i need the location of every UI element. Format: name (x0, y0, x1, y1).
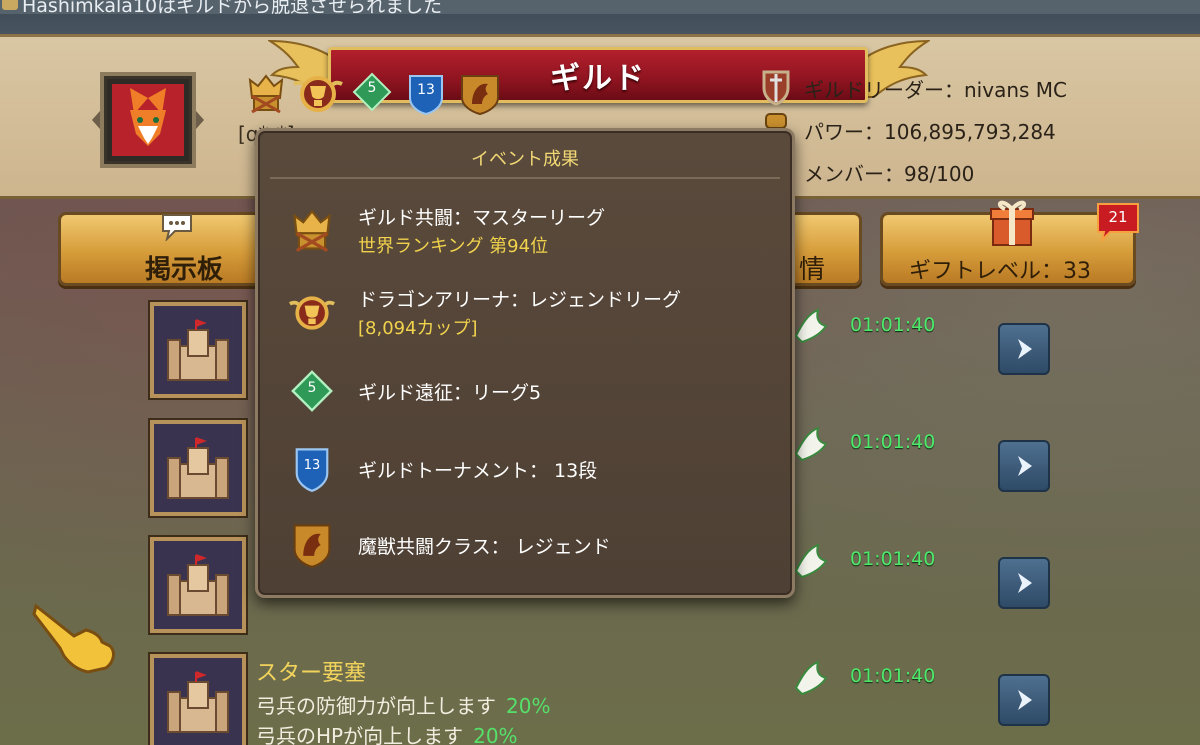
war-crest-icon[interactable] (244, 72, 288, 116)
castle-icon (167, 437, 229, 499)
event-results-popup: イベント成果 ギルド共闘：マスターリーグ 世界ランキング 第94位 ドラゴンアリ… (255, 128, 795, 598)
gift-box-icon (990, 200, 1034, 246)
dove-icon (794, 426, 828, 462)
star-fortress-bonus-1: 弓兵の防御力が向上します 20% (256, 690, 550, 719)
star-fortress-bonus-2: 弓兵のHPが向上します 20% (256, 720, 518, 745)
open-detail-button[interactable] (998, 323, 1050, 375)
board-button[interactable]: 掲示板 (58, 212, 278, 286)
guild-members: メンバー：98/100 (804, 161, 975, 186)
fortress-item-icon[interactable] (150, 420, 246, 516)
event-name: ギルドトーナメント： 13段 (358, 459, 598, 482)
popup-title: イベント成果 (471, 149, 579, 170)
dove-icon (794, 660, 828, 696)
page-title: ギルド (550, 61, 646, 96)
expedition-gem-icon[interactable]: 5 (352, 72, 392, 112)
war-crest-icon (293, 209, 331, 252)
shield-timer: 01:01:40 (850, 431, 936, 453)
notice-bar: Hashimkala10はギルドから脱退させられました (0, 0, 1200, 14)
notice-icon (2, 0, 18, 10)
tournament-level: 13 (417, 82, 435, 98)
event-row-expedition: 5 ギルド遠征：リーグ5 (288, 367, 541, 415)
beast-class-shield-icon (293, 524, 331, 568)
open-detail-button[interactable] (998, 440, 1050, 492)
event-row-dragon-arena: ドラゴンアリーナ：レジェンドリーグ [8,094カップ] (288, 285, 681, 340)
event-name: 魔獣共闘クラス： レジェンド (358, 535, 611, 558)
event-detail: [8,094カップ] (358, 318, 478, 339)
expedition-level: 5 (367, 80, 377, 96)
notice-text: Hashimkala10はギルドから脱退させられました (22, 0, 443, 14)
star-fortress-title: スター要塞 (256, 661, 367, 686)
tournament-badge-value: 13 (303, 458, 321, 473)
guild-leader: ギルドリーダー：nivans MC (804, 77, 1067, 102)
shield-timer: 01:01:40 (850, 314, 936, 336)
expedition-badge-value: 5 (307, 380, 317, 396)
fortress-item-icon[interactable] (150, 537, 246, 633)
guild-leader-row: ギルドリーダー：nivans MC (756, 68, 1067, 108)
fortress-item-icon[interactable] (150, 302, 246, 398)
fortress-item-icon[interactable] (150, 654, 246, 745)
open-detail-button[interactable] (998, 674, 1050, 726)
popup-divider (270, 177, 780, 179)
open-detail-button[interactable] (998, 557, 1050, 609)
castle-icon (167, 554, 229, 616)
shield-timer: 01:01:40 (850, 548, 936, 570)
event-row-tournament: 13 ギルドトーナメント： 13段 (288, 445, 597, 493)
chevron-right-icon (1018, 339, 1032, 359)
bonus-text: 弓兵の防御力が向上します (256, 694, 496, 718)
guild-power: パワー：106,895,793,284 (804, 119, 1056, 144)
pointer-hand-icon (32, 603, 115, 674)
event-name: ドラゴンアリーナ：レジェンドリーグ (358, 289, 682, 311)
dove-icon (794, 543, 828, 579)
event-row-beast-class: 魔獣共闘クラス： レジェンド (288, 521, 611, 569)
dove-icon (794, 308, 828, 344)
chevron-right-icon (1018, 690, 1032, 710)
gift-count-badge: 21 (1096, 202, 1140, 244)
leader-sword-icon (762, 70, 790, 106)
event-name: ギルド共闘：マスターリーグ (358, 207, 606, 229)
guild-power-row: パワー：106,895,793,284 (756, 110, 1056, 150)
gift-level-label: ギフトレベル：33 (909, 259, 1091, 284)
bonus-text: 弓兵のHPが向上します (256, 724, 464, 745)
tournament-shield-icon: 13 (288, 445, 336, 493)
shield-timer: 01:01:40 (850, 665, 936, 687)
castle-icon (167, 671, 229, 733)
tournament-shield-icon[interactable]: 13 (406, 72, 446, 116)
fox-crest-icon (112, 84, 184, 156)
expedition-gem-icon: 5 (288, 367, 336, 415)
board-label: 掲示板 (145, 255, 224, 285)
gift-count: 21 (1108, 208, 1128, 226)
event-name: ギルド遠征：リーグ5 (358, 381, 542, 404)
chevron-right-icon (1018, 573, 1032, 593)
event-detail: 世界ランキング 第94位 (358, 236, 549, 257)
event-row-guild-war: ギルド共闘：マスターリーグ 世界ランキング 第94位 (288, 203, 605, 258)
beast-class-shield-icon[interactable] (458, 72, 502, 116)
chat-bubble-icon (162, 214, 192, 241)
info-label: 情 (799, 255, 826, 285)
chevron-right-icon (1018, 456, 1032, 476)
dragon-arena-trophy-icon[interactable] (292, 72, 344, 116)
guild-emblem[interactable] (92, 70, 204, 174)
dragon-arena-trophy-icon (289, 295, 335, 330)
castle-icon (167, 319, 229, 381)
bonus-value: 20% (506, 694, 551, 718)
bonus-value: 20% (473, 724, 518, 745)
